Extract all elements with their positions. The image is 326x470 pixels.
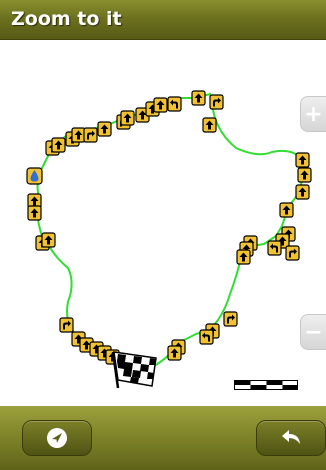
back-arrow-icon [282,430,300,444]
map-scale: 2 km [234,380,298,404]
scale-bar [234,380,298,390]
navigate-button[interactable] [22,420,92,456]
zoom-out-button[interactable]: − [300,314,326,350]
title-bar: Zoom to it [0,0,326,40]
back-button[interactable] [256,420,326,456]
zoom-in-button[interactable]: + [300,96,326,132]
map-view[interactable]: + − 2 km [0,40,326,406]
navigate-icon [47,428,67,448]
finish-flag-icon [111,351,157,389]
waypoint-markers [27,90,312,365]
start-marker-icon [26,167,43,185]
route-map [26,90,312,389]
bottom-toolbar [0,406,326,470]
page-title: Zoom to it [11,8,122,30]
